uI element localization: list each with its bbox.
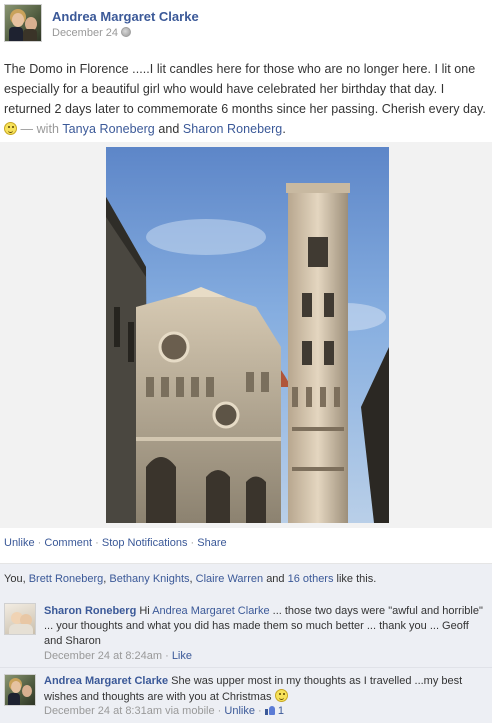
mention-link[interactable]: Andrea Margaret Clarke	[152, 605, 269, 617]
commenter-name-link[interactable]: Andrea Margaret Clarke	[44, 675, 168, 687]
comment-unlike-link[interactable]: Unlike	[224, 705, 255, 717]
separator: ·	[258, 705, 262, 717]
comment-time[interactable]: December 24 at 8:24am	[44, 650, 162, 662]
comment-time[interactable]: December 24 at 8:31am via mobile	[44, 705, 215, 717]
end-period: .	[282, 122, 286, 136]
commenter-avatar[interactable]	[4, 674, 36, 706]
post-header: Andrea Margaret Clarke December 24	[0, 0, 492, 50]
separator: ·	[95, 537, 99, 549]
share-link[interactable]: Share	[197, 537, 226, 549]
smiley-icon	[274, 689, 288, 702]
comment-like-link[interactable]: Like	[172, 650, 192, 662]
author-avatar[interactable]	[4, 4, 42, 42]
comment-meta: December 24 at 8:24am · Like	[44, 650, 192, 662]
cathedral-photo[interactable]	[106, 147, 389, 523]
comment-like-count[interactable]: 1	[278, 705, 284, 717]
liker-link[interactable]: Brett Roneberg	[29, 573, 104, 585]
separator: ·	[190, 537, 195, 549]
likes-summary: You, Brett Roneberg, Bethany Knights, Cl…	[4, 573, 377, 585]
tagged-friend-link[interactable]: Sharon Roneberg	[183, 122, 282, 136]
post-date: December 24	[52, 27, 132, 39]
separator: ·	[217, 705, 222, 717]
comment-body: Andrea Margaret Clarke She was upper mos…	[44, 674, 484, 705]
post-message: The Domo in Florence .....I lit candles …	[4, 59, 488, 139]
separator: ·	[37, 537, 42, 549]
unlike-link[interactable]: Unlike	[4, 537, 35, 549]
smiley-icon	[4, 122, 17, 135]
post-body-text: The Domo in Florence .....I lit candles …	[4, 62, 486, 116]
globe-icon	[121, 27, 132, 37]
likes-bar: You, Brett Roneberg, Bethany Knights, Cl…	[0, 563, 492, 595]
liker-link[interactable]: Bethany Knights	[109, 573, 189, 585]
post-actions: Unlike · Comment · Stop Notifications · …	[4, 537, 227, 549]
tagged-friend-link[interactable]: Tanya Roneberg	[62, 122, 154, 136]
comment-link[interactable]: Comment	[44, 537, 92, 549]
comments-section: Sharon Roneberg Hi Andrea Margaret Clark…	[0, 595, 492, 723]
you-label: You,	[4, 573, 26, 585]
others-link[interactable]: 16 others	[288, 573, 334, 585]
comment-prefix: Hi	[139, 605, 150, 617]
stop-notifications-link[interactable]: Stop Notifications	[102, 537, 188, 549]
comment-item: Sharon Roneberg Hi Andrea Margaret Clark…	[0, 595, 492, 667]
liker-link[interactable]: Claire Warren	[196, 573, 263, 585]
comment-meta: December 24 at 8:31am via mobile · Unlik…	[44, 705, 284, 717]
author-name-link[interactable]: Andrea Margaret Clarke	[52, 9, 199, 24]
like-suffix: like this.	[336, 573, 377, 585]
commenter-avatar[interactable]	[4, 603, 36, 635]
like-thumb-icon	[264, 705, 275, 715]
and-label: and	[266, 573, 285, 585]
comment-body: Sharon Roneberg Hi Andrea Margaret Clark…	[44, 604, 484, 649]
comment-item: Andrea Margaret Clarke She was upper mos…	[0, 667, 492, 723]
and-label: and	[158, 122, 180, 136]
commenter-name-link[interactable]: Sharon Roneberg	[44, 605, 136, 617]
photo-container	[0, 142, 492, 528]
post-timestamp-link[interactable]: December 24	[52, 27, 118, 39]
with-label: — with	[20, 122, 60, 136]
separator: ·	[165, 650, 169, 662]
